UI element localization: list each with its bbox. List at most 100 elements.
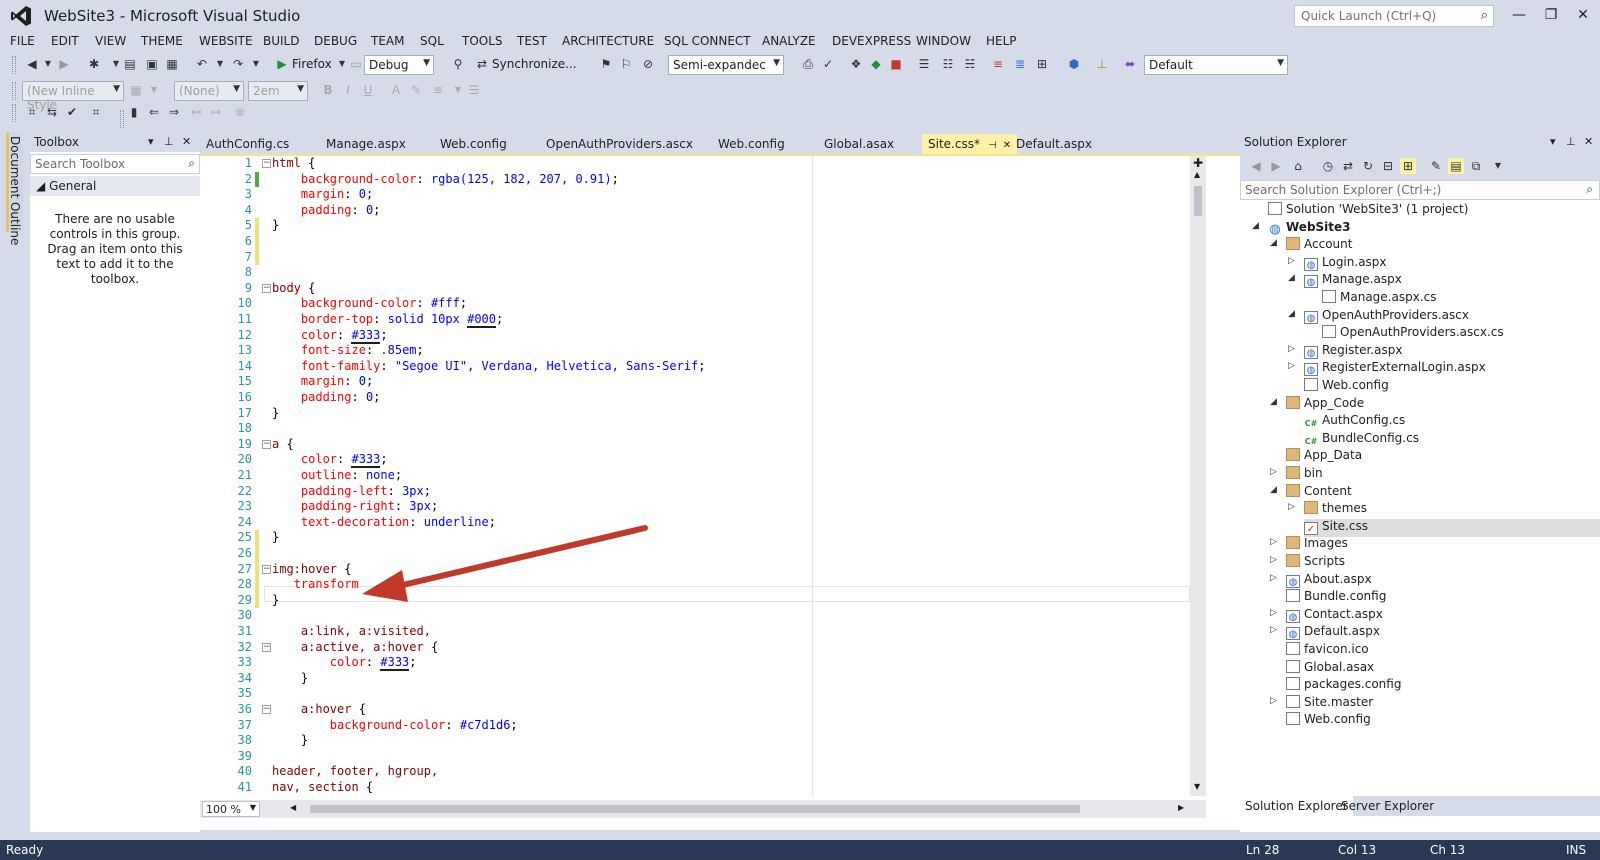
collapse-icon[interactable]: − [262,159,271,168]
collapse-icon[interactable]: − [262,439,271,449]
remove-style-icon[interactable]: ■ [888,56,904,72]
tree-item[interactable]: C# BundleConfig.cs [1304,431,1419,449]
forward-icon[interactable]: ▶ [1268,158,1284,174]
collapse-icon[interactable]: ◢ [1288,309,1295,319]
code-line[interactable]: } [272,530,279,546]
tree-item[interactable]: Web.config [1286,712,1371,730]
uncomment-lines-icon[interactable]: ⌗ [88,104,104,120]
document-tab[interactable]: Manage.aspx [320,134,412,154]
toolbox-group-general[interactable]: ◢ General [30,176,200,196]
attach-icon[interactable]: ▭ [348,56,364,72]
format-icon[interactable]: ⚑ [598,56,614,72]
undo-dropdown-icon[interactable]: ▼ [212,56,228,72]
next-bookmark-icon[interactable]: ⇒ [166,104,182,120]
highlight-icon[interactable]: ✎ [408,82,424,98]
tree-item[interactable]: ▷ ◍ Contact.aspx [1270,607,1383,625]
open-file-icon[interactable]: ▤ [122,56,138,72]
code-line[interactable]: font-family: "Segoe UI", Verdana, Helvet… [272,359,706,375]
tree-item[interactable]: ▷ themes [1288,501,1367,519]
pin-icon[interactable]: ⊣ [988,140,997,151]
code-line[interactable]: a:active, a:hover { [272,640,438,656]
css-properties-icon[interactable]: ❖ [848,56,864,72]
layout-icon[interactable]: ⬌ [1122,56,1138,72]
toolbar-grip[interactable] [12,56,16,74]
new-project-icon[interactable]: ✱ [86,56,102,72]
toggle-icon[interactable]: ⇆ [44,104,60,120]
code-line[interactable]: font-size: .85em; [272,343,424,359]
code-line[interactable]: outline: none; [272,468,402,484]
code-line[interactable]: padding-right: 3px; [272,499,438,515]
tree-item[interactable]: ◢ Content [1270,483,1352,502]
tree-item[interactable]: ◢ App_Code [1270,395,1364,414]
comment-lines-icon[interactable]: ⌗ [24,104,40,120]
document-tab[interactable]: AuthConfig.cs [200,134,295,154]
back-dropdown-icon[interactable]: ▼ [40,56,56,72]
apply-style-icon[interactable]: ◆ [868,56,884,72]
tree-item[interactable]: ▷ bin [1270,466,1323,484]
show-all-files-icon[interactable]: ⊞ [1400,158,1416,174]
menu-sql[interactable]: SQL [420,34,444,48]
code-line[interactable]: color: #333; [272,452,388,469]
tree-item[interactable]: C# AuthConfig.cs [1304,413,1406,431]
document-tab[interactable]: Web.config [434,134,513,154]
tree-item[interactable]: ▷ ◍ Default.aspx [1270,624,1380,642]
code-line[interactable]: transform [272,577,359,593]
document-tab[interactable]: Default.aspx [1010,134,1098,154]
document-tab[interactable]: Global.asax [818,134,900,154]
save-all-icon[interactable]: ▦ [164,56,180,72]
restore-button[interactable]: ❐ [1536,4,1566,26]
document-tab[interactable]: OpenAuthProviders.ascx [540,134,699,154]
tree-item[interactable]: ▷ Images [1270,536,1348,554]
collapse-icon[interactable]: ◢ [1252,221,1259,231]
code-line[interactable]: body { [272,281,315,297]
split-icon[interactable]: ✚ [1193,156,1203,170]
toolbar-grip[interactable] [12,104,16,122]
layout-dropdown[interactable]: Default ▼ [1144,55,1288,75]
minimize-button[interactable]: — [1504,4,1534,26]
expand-icon[interactable]: ▷ [1270,608,1277,618]
tree-item[interactable]: Global.asax [1286,659,1374,678]
menu-window[interactable]: WINDOW [916,34,971,48]
scroll-up-icon[interactable]: ▲ [1194,170,1200,179]
menu-architecture[interactable]: ARCHITECTURE [562,34,654,48]
code-line[interactable]: nav, section { [272,780,373,796]
menu-help[interactable]: HELP [986,34,1017,48]
zoom-dropdown[interactable]: 100 % ▼ [202,801,260,817]
inline-style-dropdown[interactable]: (New Inline Style ▼ [22,81,124,112]
spell-check-icon[interactable]: ✓ [820,56,836,72]
tree-item[interactable]: ◢ ◍ WebSite3 [1252,220,1351,238]
expand-icon[interactable]: ▷ [1270,625,1277,635]
collapse-icon[interactable]: − [262,283,271,293]
code-line[interactable]: padding: 0; [272,203,381,219]
code-area[interactable]: html { background-color: rgba(125, 182, … [272,156,1192,796]
bold-icon[interactable]: B [320,82,336,98]
pending-changes-icon[interactable]: ◷ [1320,158,1336,174]
tree-item[interactable]: packages.config [1286,677,1401,695]
toolbar-grip[interactable] [12,82,16,100]
sync-icon[interactable]: ⇄ [1340,158,1356,174]
code-editor[interactable]: 1 2 3 4 5 6 7 8 9 10 11 12 13 14 15 16 17 18 19 20 21 22 23 24 2… [200,154,1240,830]
back-icon[interactable]: ◀ [24,56,40,72]
scroll-down-icon[interactable]: ▼ [1194,782,1200,791]
extension-icon[interactable]: ⬢ [1066,56,1082,72]
tree-item[interactable]: favicon.ico [1286,642,1369,660]
next-bookmark-folder-icon[interactable]: ↦ [208,104,224,120]
view-class-diagram-icon[interactable]: ⧉ [1468,158,1484,174]
home-icon[interactable]: ⌂ [1290,158,1306,174]
font-color-icon[interactable]: A [388,82,404,98]
expand-icon[interactable]: ▷ [1270,573,1277,583]
code-line[interactable]: text-decoration: underline; [272,515,496,531]
uncomment-icon[interactable]: ≣ [1012,56,1028,72]
panel-menu-icon[interactable]: ▾ [148,135,154,148]
pin-icon[interactable]: ⊥ [1566,135,1576,148]
scroll-right-icon[interactable]: ▶ [1178,803,1184,812]
expand-icon[interactable]: ▷ [1270,555,1277,565]
vertical-scrollbar[interactable]: ✚ ▲ ▼ [1190,156,1206,796]
tree-item[interactable]: ▷ Scripts [1270,554,1345,572]
expand-icon[interactable]: ▷ [1270,467,1277,477]
code-line[interactable]: margin: 0; [272,187,373,203]
collapse-icon[interactable]: − [262,564,271,574]
format-document-icon[interactable]: ⊞ [1034,56,1050,72]
code-line[interactable]: } [272,671,308,687]
close-button[interactable]: ✕ [1568,4,1598,26]
